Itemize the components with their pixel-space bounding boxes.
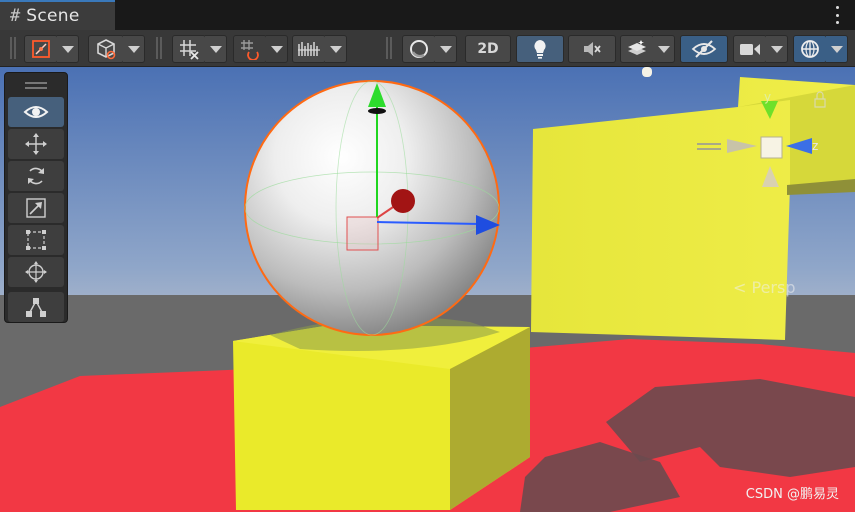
transform-icon [25,261,47,283]
hash-icon: # [10,6,21,26]
scene-tab[interactable]: # Scene [0,0,115,30]
chevron-down-icon [209,45,222,53]
render-mode-button[interactable] [88,35,124,63]
scene-toolbar: 2D [0,30,855,67]
toolbar-grip[interactable] [156,37,162,59]
gizmo-draw-mode-dropdown[interactable] [57,35,79,63]
toolbar-grip[interactable] [10,37,16,59]
hidden-visibility-icon [691,40,717,58]
render-shaded-cube-icon [97,39,116,60]
effects-dropdown[interactable] [653,35,675,63]
custom-editor-tool-icon [26,298,46,317]
audio-timeline-button[interactable] [292,35,326,63]
move-tool-button[interactable] [8,129,64,159]
audio-toggle[interactable] [568,35,616,63]
chevron-down-icon [127,45,140,53]
view-eye-icon [23,106,49,118]
chevron-down-icon [61,45,74,53]
camera-dropdown[interactable] [766,35,788,63]
view-tool-button[interactable] [8,97,64,127]
scale-icon [26,198,46,218]
audio-timeline-dropdown[interactable] [325,35,347,63]
overlay-drag-handle[interactable] [697,143,721,153]
y-axis-arrow-base [368,108,386,114]
scene-render: y z [0,67,855,512]
scale-tool-button[interactable] [8,193,64,223]
toolbar-grip[interactable] [386,37,392,59]
custom-editor-tool-button[interactable] [8,292,64,322]
chevron-left-icon: < [733,278,752,297]
gizmo-z-label: z [812,139,818,153]
chevron-down-icon [270,45,283,53]
rotate-icon [28,167,44,185]
mode-2d-toggle[interactable]: 2D [465,35,511,63]
projection-toggle[interactable]: < Persp [733,278,796,297]
shading-sphere-icon [410,40,428,58]
grid-snap-button[interactable] [172,35,206,63]
grid-snap-dropdown[interactable] [205,35,227,63]
overlay-drag-handle[interactable] [8,75,64,95]
move-icon [25,133,47,155]
gizmo-center-cube[interactable] [760,136,783,159]
gizmos-icon [801,40,819,58]
gizmo-draw-mode-button[interactable] [24,35,58,63]
increment-snap-icon [241,40,259,60]
audio-timeline-icon [298,42,320,56]
scene-viewport[interactable]: y z < Persp CSDN @鹏易灵 [0,67,855,512]
chevron-down-icon [657,45,670,53]
more-options-icon[interactable] [833,6,841,24]
selected-sphere[interactable] [244,80,500,336]
camera-icon [740,44,760,55]
gizmo-draw-mode-icon [32,40,50,58]
light-gizmo-icon[interactable] [642,67,652,77]
mode-2d-label: 2D [477,41,499,57]
gizmo-y-label: y [764,90,771,104]
rect-icon [26,230,46,250]
gizmos-dropdown[interactable] [826,35,848,63]
audio-mute-icon [584,42,601,56]
watermark: CSDN @鹏易灵 [745,487,839,502]
effects-button[interactable] [620,35,654,63]
lighting-toggle[interactable] [516,35,564,63]
rotation-center-handle[interactable] [391,189,415,213]
projection-label: Persp [751,278,796,297]
increment-snap-button[interactable] [233,35,267,63]
rotate-tool-button[interactable] [8,161,64,191]
rect-tool-button[interactable] [8,225,64,255]
render-mode-dropdown[interactable] [123,35,145,63]
gizmos-toggle[interactable] [793,35,827,63]
transform-tool-button[interactable] [8,257,64,287]
chevron-down-icon [770,45,783,53]
chevron-down-icon [439,45,452,53]
shading-dropdown[interactable] [435,35,457,63]
scene-tab-title: Scene [26,6,80,26]
grid-snap-icon [180,40,199,60]
camera-button[interactable] [733,35,767,63]
tools-overlay [4,72,68,323]
chevron-down-icon [329,45,342,53]
effects-layers-icon [628,40,646,55]
scene-visibility-toggle[interactable] [680,35,728,63]
chevron-down-icon [830,45,843,53]
shading-button[interactable] [402,35,436,63]
increment-snap-dropdown[interactable] [266,35,288,63]
tab-bar: # Scene [0,0,855,30]
plane-handle[interactable] [346,216,379,251]
lighting-bulb-icon [534,40,546,59]
